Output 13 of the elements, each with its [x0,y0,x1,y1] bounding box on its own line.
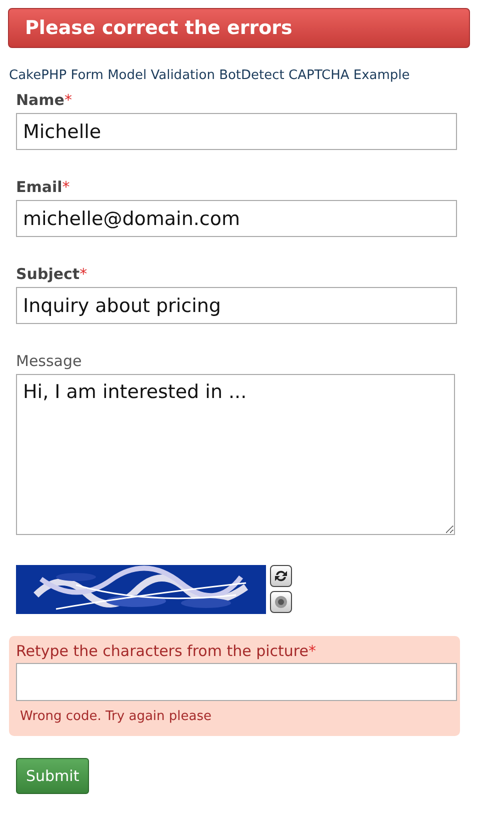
input-field[interactable]: michelle@domain.com [16,200,457,237]
field-label: Email* [16,178,71,196]
error-banner: Please correct the errors [8,8,470,48]
input-field[interactable]: Michelle [16,113,457,150]
field-label: Message [16,352,83,370]
submit-button[interactable]: Submit [16,758,90,794]
captcha-label: Retype the characters from the picture* [16,642,317,660]
field-label: Name* [16,91,73,109]
page-caption: CakePHP Form Model Validation BotDetect CAPTCHA Example [9,68,411,83]
error-message: Wrong code. Try again please [20,709,212,724]
field-label: Subject* [16,265,88,283]
input-field[interactable]: Inquiry about pricing [16,287,457,324]
message-field[interactable]: Hi, I am interested in ... [16,374,455,535]
